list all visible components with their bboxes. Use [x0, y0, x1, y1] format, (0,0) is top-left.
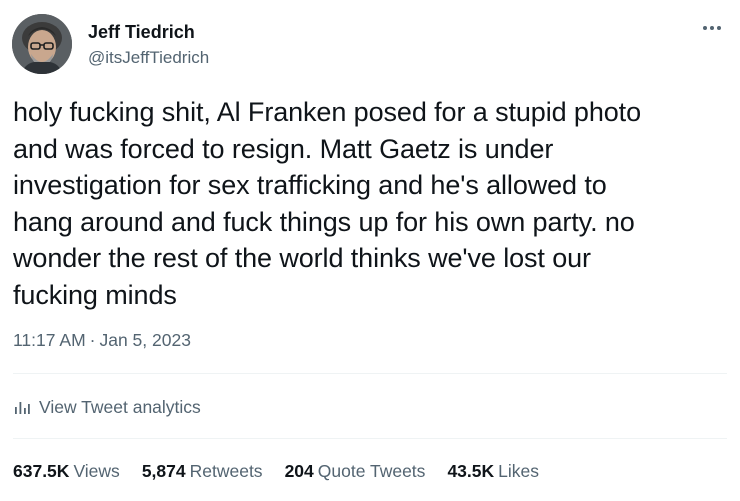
bar-chart-icon — [15, 402, 30, 414]
tweet-time[interactable]: 11:17 AM — [13, 330, 86, 350]
views-stat[interactable]: 637.5K Views — [13, 461, 120, 482]
view-analytics-link[interactable]: View Tweet analytics — [13, 396, 201, 418]
quote-tweets-stat[interactable]: 204 Quote Tweets — [285, 461, 426, 482]
tweet-date[interactable]: Jan 5, 2023 — [99, 330, 190, 350]
more-dot — [710, 26, 714, 30]
tweet-stats: 637.5K Views 5,874 Retweets 204 Quote Tweet… — [13, 461, 561, 482]
likes-label: Likes — [498, 461, 539, 481]
more-dot — [703, 26, 707, 30]
views-count: 637.5K — [13, 461, 70, 481]
likes-stat[interactable]: 43.5K Likes — [447, 461, 539, 482]
timestamp-separator: · — [89, 330, 96, 350]
tweet-timestamp[interactable]: 11:17 AM · Jan 5, 2023 — [13, 330, 191, 351]
retweets-stat[interactable]: 5,874 Retweets — [142, 461, 263, 482]
views-label: Views — [73, 461, 120, 481]
author-handle[interactable]: @itsJeffTiedrich — [88, 48, 209, 68]
more-options-icon[interactable] — [698, 18, 726, 38]
divider — [13, 373, 727, 374]
tweet-text: holy fucking shit, Al Franken posed for … — [13, 97, 641, 310]
more-dot — [717, 26, 721, 30]
retweets-label: Retweets — [189, 461, 263, 481]
tweet-header: Jeff Tiedrich @itsJeffTiedrich — [12, 14, 728, 76]
likes-count: 43.5K — [447, 461, 495, 481]
author-name[interactable]: Jeff Tiedrich — [88, 22, 195, 43]
tweet: Jeff Tiedrich @itsJeffTiedrich holy fuck… — [0, 0, 740, 501]
retweets-count: 5,874 — [141, 461, 186, 481]
quote-tweets-count: 204 — [284, 461, 314, 481]
avatar-image — [12, 14, 72, 74]
quote-tweets-label: Quote Tweets — [317, 461, 426, 481]
avatar[interactable] — [12, 14, 72, 74]
view-analytics-label: View Tweet analytics — [39, 396, 201, 417]
divider — [13, 438, 727, 439]
